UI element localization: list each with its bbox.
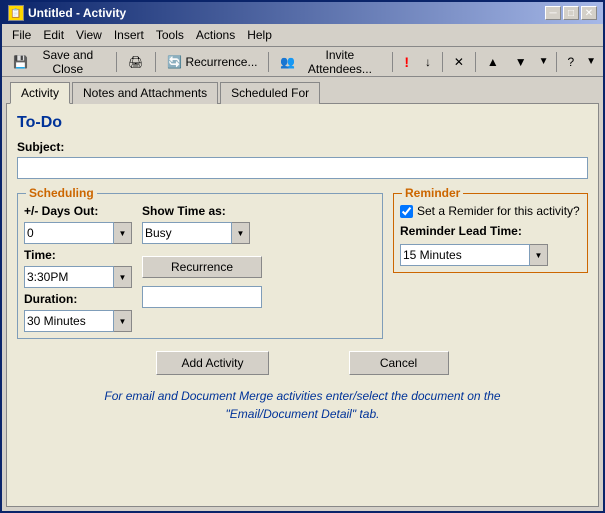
title-bar-left: 📋 Untitled - Activity [8, 5, 126, 21]
cancel-button[interactable]: Cancel [349, 351, 449, 375]
menu-help[interactable]: Help [241, 26, 278, 44]
menu-tools[interactable]: Tools [150, 26, 190, 44]
title-bar-buttons: ─ □ ✕ [545, 6, 597, 20]
show-time-select[interactable]: Busy Free Out of Office [142, 222, 232, 244]
time-wrapper: 3:30PM 4:00PM ▼ [24, 266, 132, 288]
save-icon: 💾 [13, 54, 28, 70]
menu-actions[interactable]: Actions [190, 26, 241, 44]
window-title: Untitled - Activity [28, 6, 126, 20]
maximize-button[interactable]: □ [563, 6, 579, 20]
minimize-button[interactable]: ─ [545, 6, 561, 20]
sched-right-col: Show Time as: Busy Free Out of Office ▼ … [142, 204, 262, 332]
separator-1 [116, 52, 117, 72]
days-out-label: +/- Days Out: [24, 204, 132, 218]
duration-wrapper: 30 Minutes 15 Minutes 1 Hour ▼ [24, 310, 132, 332]
set-reminder-row: Set a Remider for this activity? [400, 204, 581, 218]
toolbar: 💾 Save and Close 🖨 🔄 Recurrence... 👥 Inv… [2, 47, 603, 77]
delete-button[interactable]: ✕ [447, 50, 471, 74]
separator-4 [392, 52, 393, 72]
save-close-label: Save and Close [31, 48, 105, 76]
separator-6 [475, 52, 476, 72]
menu-edit[interactable]: Edit [37, 26, 70, 44]
show-time-wrapper: Busy Free Out of Office ▼ [142, 222, 262, 244]
tab-scheduled[interactable]: Scheduled For [220, 82, 320, 104]
recurrence-button[interactable]: 🔄 Recurrence... [159, 50, 264, 74]
down-button[interactable]: ▼ [508, 50, 534, 74]
tab-activity[interactable]: Activity [10, 82, 70, 104]
sched-left-col: +/- Days Out: 0 1 2 3 5 ▼ [24, 204, 132, 332]
invite-button[interactable]: 👥 Invite Attendees... [273, 50, 388, 74]
lead-time-arrow[interactable]: ▼ [530, 244, 548, 266]
close-window-button[interactable]: ✕ [581, 6, 597, 20]
time-select[interactable]: 3:30PM 4:00PM [24, 266, 114, 288]
invite-icon: 👥 [280, 54, 295, 70]
show-time-arrow[interactable]: ▼ [232, 222, 250, 244]
help-button[interactable]: ? [560, 50, 581, 74]
tab-notes[interactable]: Notes and Attachments [72, 82, 218, 104]
menu-bar: File Edit View Insert Tools Actions Help [2, 24, 603, 47]
window-icon: 📋 [8, 5, 24, 21]
title-bar: 📋 Untitled - Activity ─ □ ✕ [2, 2, 603, 24]
recurrence-text-box[interactable] [142, 286, 262, 308]
menu-view[interactable]: View [70, 26, 108, 44]
separator-5 [442, 52, 443, 72]
info-text: For email and Document Merge activities … [17, 387, 588, 423]
lead-time-select[interactable]: 15 Minutes 5 Minutes 10 Minutes 30 Minut… [400, 244, 530, 266]
add-activity-button[interactable]: Add Activity [156, 351, 268, 375]
reminder-legend: Reminder [402, 186, 463, 200]
set-reminder-label: Set a Remider for this activity? [417, 204, 580, 218]
content-area: Scheduling +/- Days Out: 0 1 2 3 5 [17, 185, 588, 339]
save-close-button[interactable]: 💾 Save and Close [6, 50, 112, 74]
time-label: Time: [24, 248, 132, 262]
lead-time-label: Reminder Lead Time: [400, 224, 581, 238]
up-button[interactable]: ▲ [480, 50, 506, 74]
recurrence-btn[interactable]: Recurrence [142, 256, 262, 278]
separator-2 [155, 52, 156, 72]
reminder-box: Reminder Set a Remider for this activity… [393, 193, 588, 273]
invite-label: Invite Attendees... [298, 48, 381, 76]
set-reminder-checkbox[interactable] [400, 205, 413, 218]
tab-content: To-Do Subject: Scheduling +/- Days Out: … [6, 103, 599, 507]
nav-dropdown-button[interactable]: ▼ [536, 50, 552, 74]
help-dropdown-button[interactable]: ▼ [583, 50, 599, 74]
main-buttons: Add Activity Cancel [17, 351, 588, 375]
main-window: 📋 Untitled - Activity ─ □ ✕ File Edit Vi… [0, 0, 605, 513]
info-line-2: "Email/Document Detail" tab. [17, 405, 588, 423]
left-section: Scheduling +/- Days Out: 0 1 2 3 5 [17, 185, 383, 339]
move-down-button[interactable]: ↓ [418, 50, 438, 74]
importance-high-button[interactable]: ! [397, 50, 416, 74]
days-out-wrapper: 0 1 2 3 5 ▼ [24, 222, 132, 244]
duration-select[interactable]: 30 Minutes 15 Minutes 1 Hour [24, 310, 114, 332]
scheduling-legend: Scheduling [26, 186, 97, 200]
print-button[interactable]: 🖨 [121, 50, 151, 74]
lead-time-wrapper: 15 Minutes 5 Minutes 10 Minutes 30 Minut… [400, 244, 581, 266]
right-section: Reminder Set a Remider for this activity… [393, 185, 588, 339]
duration-arrow[interactable]: ▼ [114, 310, 132, 332]
time-arrow[interactable]: ▼ [114, 266, 132, 288]
subject-input[interactable] [17, 157, 588, 179]
info-line-1: For email and Document Merge activities … [17, 387, 588, 405]
scheduling-box: Scheduling +/- Days Out: 0 1 2 3 5 [17, 193, 383, 339]
separator-3 [268, 52, 269, 72]
recurrence-label: Recurrence... [185, 55, 257, 69]
reminder-inner: Set a Remider for this activity? Reminde… [400, 204, 581, 266]
days-out-arrow[interactable]: ▼ [114, 222, 132, 244]
tabs-bar: Activity Notes and Attachments Scheduled… [2, 77, 603, 103]
page-title: To-Do [17, 114, 588, 132]
scheduling-inner: +/- Days Out: 0 1 2 3 5 ▼ [24, 204, 376, 332]
days-out-select[interactable]: 0 1 2 3 5 [24, 222, 114, 244]
menu-insert[interactable]: Insert [108, 26, 150, 44]
subject-label: Subject: [17, 140, 588, 154]
print-icon: 🖨 [128, 54, 144, 70]
duration-label: Duration: [24, 292, 132, 306]
menu-file[interactable]: File [6, 26, 37, 44]
recurrence-icon: 🔄 [166, 54, 182, 70]
show-time-label: Show Time as: [142, 204, 262, 218]
separator-7 [556, 52, 557, 72]
